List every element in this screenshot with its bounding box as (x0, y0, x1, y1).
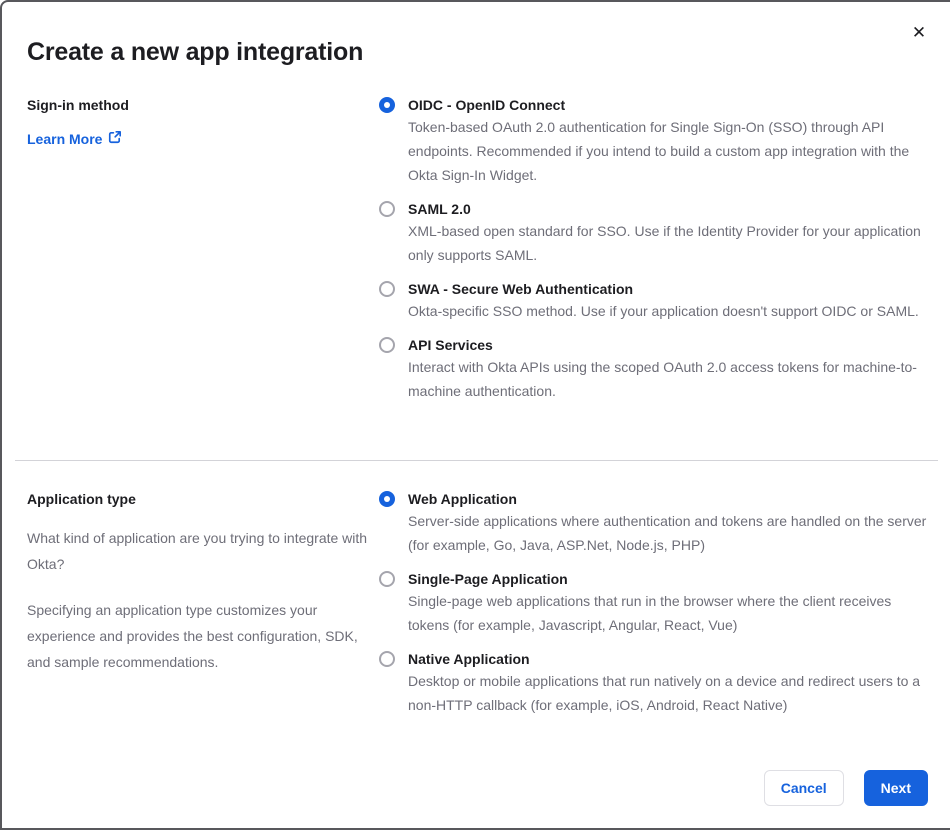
option-label: Native Application (408, 651, 530, 667)
application-type-heading: Application type (27, 491, 136, 507)
radio-option-api-services[interactable]: API Services Interact with Okta APIs usi… (379, 335, 928, 403)
option-description: Token-based OAuth 2.0 authentication for… (408, 119, 910, 183)
radio-option-single-page-application[interactable]: Single-Page Application Single-page web … (379, 569, 928, 637)
sign-in-method-left-column: Sign-in method Learn More (27, 95, 379, 415)
external-link-icon (108, 129, 122, 149)
radio-unselected-icon[interactable] (379, 281, 395, 297)
application-type-paragraph: Specifying an application type customize… (27, 602, 358, 670)
application-type-left-column: Application type What kind of applicatio… (27, 489, 379, 729)
radio-option-oidc[interactable]: OIDC - OpenID Connect Token-based OAuth … (379, 95, 928, 187)
section-divider (15, 460, 938, 461)
option-description: XML-based open standard for SSO. Use if … (408, 223, 921, 263)
learn-more-label: Learn More (27, 131, 103, 147)
option-description: Single-page web applications that run in… (408, 593, 892, 633)
dialog-footer: Cancel Next (27, 770, 928, 806)
option-label: API Services (408, 337, 493, 353)
option-label: OIDC - OpenID Connect (408, 97, 566, 113)
application-type-options: Web Application Server-side applications… (379, 489, 928, 729)
radio-selected-icon[interactable] (379, 491, 395, 507)
application-type-section: Application type What kind of applicatio… (27, 489, 928, 729)
next-button[interactable]: Next (863, 770, 928, 806)
option-label: SWA - Secure Web Authentication (408, 281, 634, 297)
application-type-paragraph: What kind of application are you trying … (27, 530, 368, 572)
sign-in-method-options: OIDC - OpenID Connect Token-based OAuth … (379, 95, 928, 415)
create-app-integration-dialog: ✕ Create a new app integration Sign-in m… (0, 0, 950, 830)
learn-more-link[interactable]: Learn More (27, 129, 122, 149)
radio-unselected-icon[interactable] (379, 201, 395, 217)
sign-in-method-section: Sign-in method Learn More OIDC - OpenID … (27, 95, 928, 415)
option-label: Single-Page Application (408, 571, 568, 587)
close-icon[interactable]: ✕ (906, 20, 932, 46)
option-description: Server-side applications where authentic… (408, 513, 927, 553)
cancel-button[interactable]: Cancel (763, 770, 844, 806)
option-label: SAML 2.0 (408, 201, 471, 217)
radio-unselected-icon[interactable] (379, 651, 395, 667)
page-title: Create a new app integration (27, 38, 364, 66)
radio-selected-icon[interactable] (379, 97, 395, 113)
sign-in-method-heading: Sign-in method (27, 97, 129, 113)
radio-unselected-icon[interactable] (379, 337, 395, 353)
radio-unselected-icon[interactable] (379, 571, 395, 587)
radio-option-native-application[interactable]: Native Application Desktop or mobile app… (379, 649, 928, 717)
radio-option-saml[interactable]: SAML 2.0 XML-based open standard for SSO… (379, 199, 928, 267)
radio-option-swa[interactable]: SWA - Secure Web Authentication Okta-spe… (379, 279, 928, 323)
option-description: Interact with Okta APIs using the scoped… (408, 359, 917, 399)
option-description: Desktop or mobile applications that run … (408, 673, 921, 713)
option-label: Web Application (408, 491, 517, 507)
radio-option-web-application[interactable]: Web Application Server-side applications… (379, 489, 928, 557)
option-description: Okta-specific SSO method. Use if your ap… (408, 303, 919, 319)
